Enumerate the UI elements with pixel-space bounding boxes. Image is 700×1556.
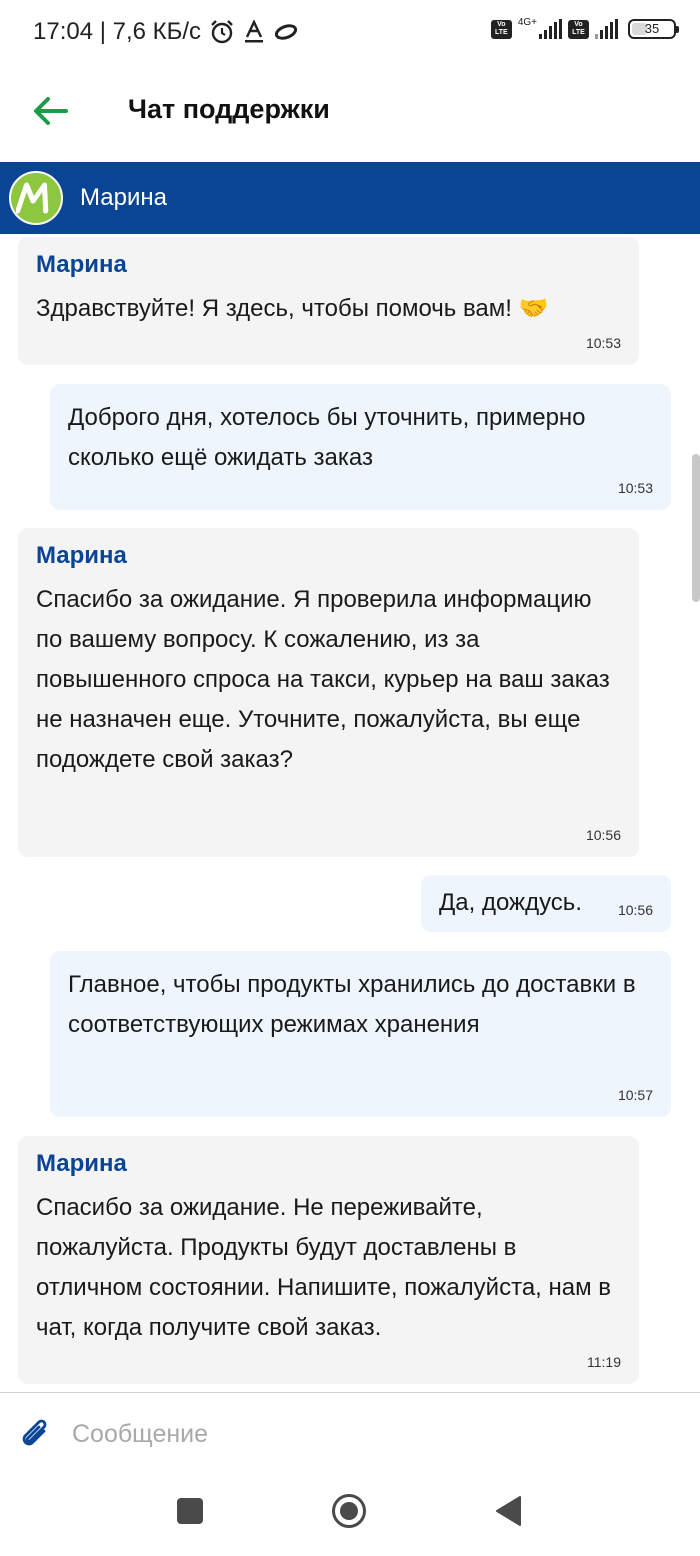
message-agent: Марина Спасибо за ожидание. Не переживай… [18, 1136, 639, 1384]
signal-icon-2 [595, 19, 618, 39]
message-time: 10:56 [585, 827, 621, 843]
message-user: Да, дождусь. 10:56 [421, 875, 671, 932]
message-agent: Марина Спасибо за ожидание. Я проверила … [18, 528, 639, 857]
back-button[interactable] [30, 94, 70, 128]
volte-icon-2: Vo LTE [568, 19, 589, 39]
recents-button[interactable] [176, 1497, 204, 1530]
alarm-icon [211, 20, 233, 44]
status-left: 17:04 | 7,6 КБ/с [33, 18, 299, 46]
app-bar: Чат поддержки [0, 66, 700, 162]
page-title: Чат поддержки [128, 94, 330, 124]
network-type: 4G+ [517, 16, 537, 28]
message-time: 10:57 [617, 1087, 653, 1103]
message-user: Главное, чтобы продукты хранились до дос… [50, 951, 671, 1117]
chat-messages[interactable]: Марина Здравствуйте! Я здесь, чтобы помо… [0, 234, 700, 1392]
avatar [9, 171, 63, 225]
volte-icon: Vo LTE [490, 19, 512, 39]
ring-icon [274, 24, 298, 40]
message-user: Доброго дня, хотелось бы уточнить, приме… [50, 384, 671, 510]
status-bar: 17:04 | 7,6 КБ/с Vo LTE 4G+ Vo LTE 35 [0, 0, 700, 66]
font-a-icon [245, 20, 264, 43]
home-button[interactable] [331, 1493, 367, 1534]
message-agent: Марина Здравствуйте! Я здесь, чтобы помо… [18, 237, 639, 365]
battery-icon: 35 [628, 19, 679, 39]
battery-level: 35 [644, 21, 660, 36]
brand-logo-icon [16, 182, 49, 214]
message-time: 10:56 [617, 902, 653, 918]
message-composer [0, 1393, 700, 1473]
message-input[interactable] [70, 1411, 674, 1457]
square-icon [177, 1498, 203, 1524]
message-time: 10:53 [585, 335, 621, 351]
arrow-left-icon [34, 97, 68, 125]
paperclip-icon [22, 1419, 47, 1446]
back-nav-button[interactable] [494, 1495, 522, 1532]
message-text: Спасибо за ожидание. Не переживайте, пож… [36, 1194, 612, 1341]
message-text: Спасибо за ожидание. Я проверила информа… [36, 586, 610, 773]
agent-name: Марина [80, 184, 167, 211]
message-time: 11:19 [587, 1354, 621, 1370]
signal-icon [539, 19, 562, 39]
message-sender: Марина [36, 251, 127, 278]
message-sender: Марина [36, 542, 127, 569]
circle-home-icon [332, 1494, 366, 1528]
status-time-speed: 17:04 | 7,6 КБ/с [33, 18, 202, 45]
agent-header: Марина [0, 162, 700, 234]
message-time: 10:53 [617, 480, 653, 496]
message-text: Доброго дня, хотелось бы уточнить, приме… [68, 404, 586, 471]
scrollbar[interactable] [692, 454, 700, 602]
status-right: Vo LTE 4G+ Vo LTE 35 [490, 16, 679, 39]
triangle-back-icon [496, 1496, 521, 1526]
message-sender: Марина [36, 1150, 127, 1177]
attach-button[interactable] [18, 1417, 54, 1453]
message-text: Главное, чтобы продукты хранились до дос… [68, 971, 636, 1038]
message-text: Здравствуйте! Я здесь, чтобы помочь вам!… [36, 295, 549, 322]
system-nav-bar [0, 1473, 700, 1556]
